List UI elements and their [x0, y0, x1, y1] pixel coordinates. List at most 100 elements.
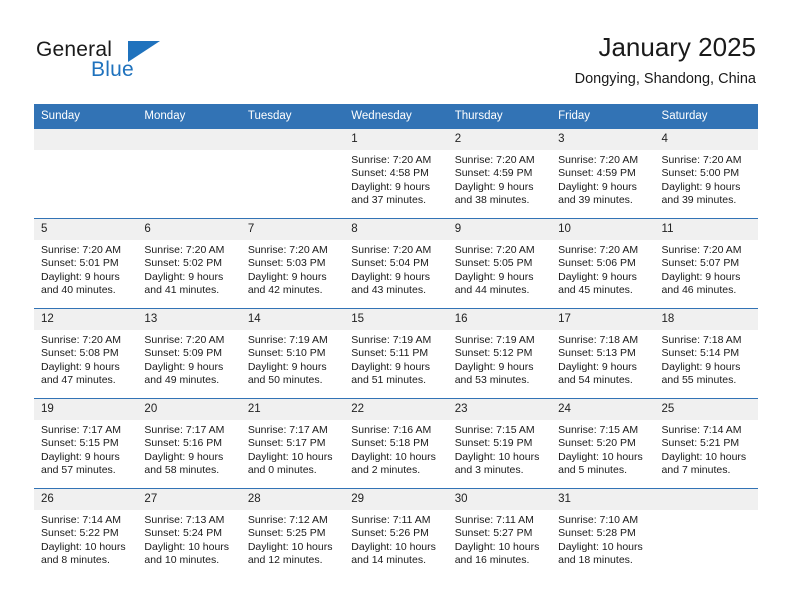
daylight-text-line2: and 55 minutes.: [661, 373, 737, 386]
day-details: Sunrise: 7:17 AM Sunset: 5:17 PM Daylight:…: [241, 420, 344, 477]
calendar-day-cell[interactable]: 17 Sunrise: 7:18 AM Sunset: 5:13 PM Dayligh…: [551, 308, 655, 399]
sunset-text: Sunset: 5:09 PM: [144, 347, 223, 360]
sunrise-text: Sunrise: 7:14 AM: [41, 514, 121, 526]
calendar-day-cell[interactable]: 21 Sunrise: 7:17 AM Sunset: 5:17 PM Dayligh…: [240, 398, 345, 489]
weekday-header-saturday: Saturday: [654, 104, 758, 129]
sunrise-text: Sunrise: 7:13 AM: [144, 514, 225, 526]
day-details: Sunrise: 7:20 AM Sunset: 5:09 PM Daylight:…: [137, 330, 240, 387]
daylight-text-line1: Daylight: 9 hours: [558, 360, 637, 373]
daylight-text-line1: Daylight: 10 hours: [351, 540, 436, 553]
sunset-text: Sunset: 5:07 PM: [661, 257, 740, 270]
sunset-text: Sunset: 5:21 PM: [661, 437, 740, 450]
page-title: January 2025: [598, 32, 756, 62]
day-number: 16: [447, 309, 552, 330]
day-number: 15: [344, 309, 448, 330]
daylight-text-line1: Daylight: 9 hours: [144, 360, 224, 373]
sunrise-text: Sunrise: 7:17 AM: [247, 424, 328, 436]
day-details: Sunrise: 7:20 AM Sunset: 5:04 PM Daylight:…: [344, 240, 447, 297]
day-number: 20: [137, 399, 241, 420]
daylight-text-line2: and 5 minutes.: [558, 463, 627, 476]
day-number: 5: [34, 219, 138, 240]
sunset-text: Sunset: 5:22 PM: [41, 527, 119, 540]
calendar-day-cell[interactable]: 3 Sunrise: 7:20 AM Sunset: 4:59 PM Daylight…: [551, 128, 655, 219]
daylight-text-line1: Daylight: 9 hours: [351, 270, 431, 283]
calendar-day-cell[interactable]: 5 Sunrise: 7:20 AM Sunset: 5:01 PM Daylight…: [34, 218, 138, 309]
day-number: 22: [344, 399, 448, 420]
weekday-header-monday: Monday: [137, 104, 241, 129]
calendar-day-cell[interactable]: 16 Sunrise: 7:19 AM Sunset: 5:12 PM Dayligh…: [447, 308, 552, 399]
day-number: 10: [551, 219, 655, 240]
calendar-week-row: 26 Sunrise: 7:14 AM Sunset: 5:22 PM Dayligh…: [34, 488, 758, 578]
calendar-day-cell[interactable]: 11 Sunrise: 7:20 AM Sunset: 5:07 PM Dayligh…: [654, 218, 758, 309]
calendar-day-cell[interactable]: 15 Sunrise: 7:19 AM Sunset: 5:11 PM Dayligh…: [344, 308, 448, 399]
calendar-day-cell[interactable]: 4 Sunrise: 7:20 AM Sunset: 5:00 PM Daylight…: [654, 128, 758, 219]
calendar-day-cell[interactable]: 31 Sunrise: 7:10 AM Sunset: 5:28 PM Dayligh…: [551, 488, 655, 578]
calendar-day-cell[interactable]: 1 Sunrise: 7:20 AM Sunset: 4:58 PM Daylight…: [344, 128, 448, 219]
day-details: Sunrise: 7:20 AM Sunset: 5:03 PM Daylight:…: [241, 240, 344, 297]
sunrise-text: Sunrise: 7:19 AM: [247, 334, 328, 346]
calendar-day-cell[interactable]: 22 Sunrise: 7:16 AM Sunset: 5:18 PM Dayligh…: [344, 398, 448, 489]
day-details: Sunrise: 7:20 AM Sunset: 5:05 PM Daylight:…: [448, 240, 551, 297]
sunset-text: Sunset: 5:14 PM: [661, 347, 740, 360]
daylight-text-line2: and 14 minutes.: [351, 553, 426, 566]
calendar-week-row: 19 Sunrise: 7:17 AM Sunset: 5:15 PM Dayligh…: [34, 398, 758, 489]
calendar-day-cell[interactable]: 28 Sunrise: 7:12 AM Sunset: 5:25 PM Dayligh…: [240, 488, 345, 578]
calendar-day-cell[interactable]: 24 Sunrise: 7:15 AM Sunset: 5:20 PM Dayligh…: [551, 398, 655, 489]
calendar-week-row: 5 Sunrise: 7:20 AM Sunset: 5:01 PM Daylight…: [34, 218, 758, 309]
daylight-text-line1: Daylight: 10 hours: [144, 540, 230, 553]
day-number: 6: [137, 219, 241, 240]
sunset-text: Sunset: 5:11 PM: [351, 347, 429, 360]
day-details: Sunrise: 7:16 AM Sunset: 5:18 PM Daylight:…: [344, 420, 447, 477]
weekday-header-wednesday: Wednesday: [344, 104, 448, 129]
day-number: 4: [654, 129, 758, 150]
calendar-day-cell[interactable]: 26 Sunrise: 7:14 AM Sunset: 5:22 PM Dayligh…: [34, 488, 138, 578]
calendar-day-cell[interactable]: 18 Sunrise: 7:18 AM Sunset: 5:14 PM Dayligh…: [654, 308, 758, 399]
day-details: Sunrise: 7:12 AM Sunset: 5:25 PM Daylight:…: [241, 510, 344, 567]
calendar-day-cell[interactable]: 10 Sunrise: 7:20 AM Sunset: 5:06 PM Dayligh…: [551, 218, 655, 309]
calendar-day-cell[interactable]: 2 Sunrise: 7:20 AM Sunset: 4:59 PM Daylight…: [447, 128, 552, 219]
calendar-day-cell[interactable]: 25 Sunrise: 7:14 AM Sunset: 5:21 PM Dayligh…: [654, 398, 758, 489]
daylight-text-line2: and 41 minutes.: [144, 283, 220, 296]
sunrise-text: Sunrise: 7:20 AM: [41, 244, 121, 256]
daylight-text-line1: Daylight: 10 hours: [351, 450, 436, 463]
calendar-day-cell[interactable]: 20 Sunrise: 7:17 AM Sunset: 5:16 PM Dayligh…: [137, 398, 241, 489]
day-details: Sunrise: 7:20 AM Sunset: 4:58 PM Daylight:…: [344, 150, 447, 207]
day-number: [654, 489, 758, 510]
day-details: Sunrise: 7:17 AM Sunset: 5:15 PM Daylight:…: [34, 420, 137, 477]
day-number: 18: [654, 309, 758, 330]
calendar-grid: Sunday Monday Tuesday Wednesday Thursday…: [34, 104, 758, 578]
calendar-day-cell[interactable]: 9 Sunrise: 7:20 AM Sunset: 5:05 PM Daylight…: [447, 218, 552, 309]
weekday-header-thursday: Thursday: [447, 104, 552, 129]
daylight-text-line2: and 10 minutes.: [144, 553, 220, 566]
weekday-header-sunday: Sunday: [34, 104, 138, 129]
sunrise-text: Sunrise: 7:20 AM: [558, 154, 639, 166]
calendar-day-cell[interactable]: 6 Sunrise: 7:20 AM Sunset: 5:02 PM Daylight…: [137, 218, 241, 309]
calendar-day-cell[interactable]: 27 Sunrise: 7:13 AM Sunset: 5:24 PM Dayligh…: [137, 488, 241, 578]
sunrise-text: Sunrise: 7:15 AM: [558, 424, 639, 436]
calendar-day-cell[interactable]: 13 Sunrise: 7:20 AM Sunset: 5:09 PM Dayligh…: [137, 308, 241, 399]
daylight-text-line1: Daylight: 9 hours: [454, 270, 534, 283]
day-number: 30: [447, 489, 552, 510]
brand-logo[interactable]: General Blue: [36, 38, 256, 88]
sunset-text: Sunset: 5:15 PM: [41, 437, 119, 450]
daylight-text-line2: and 53 minutes.: [454, 373, 530, 386]
calendar-day-cell[interactable]: 8 Sunrise: 7:20 AM Sunset: 5:04 PM Daylight…: [344, 218, 448, 309]
calendar-week-row: 1 Sunrise: 7:20 AM Sunset: 4:58 PM Daylight…: [34, 128, 758, 219]
sunrise-text: Sunrise: 7:20 AM: [661, 154, 742, 166]
calendar-day-cell[interactable]: 29 Sunrise: 7:11 AM Sunset: 5:26 PM Dayligh…: [344, 488, 448, 578]
calendar-day-cell[interactable]: 19 Sunrise: 7:17 AM Sunset: 5:15 PM Dayligh…: [34, 398, 138, 489]
daylight-text-line1: Daylight: 10 hours: [41, 540, 126, 553]
daylight-text-line1: Daylight: 9 hours: [351, 360, 431, 373]
calendar-day-cell[interactable]: 7 Sunrise: 7:20 AM Sunset: 5:03 PM Daylight…: [240, 218, 345, 309]
sunset-text: Sunset: 5:19 PM: [454, 437, 533, 450]
day-number: 28: [240, 489, 345, 510]
sunrise-text: Sunrise: 7:20 AM: [41, 334, 121, 346]
calendar-day-cell[interactable]: 12 Sunrise: 7:20 AM Sunset: 5:08 PM Dayligh…: [34, 308, 138, 399]
calendar-day-cell[interactable]: 14 Sunrise: 7:19 AM Sunset: 5:10 PM Dayligh…: [240, 308, 345, 399]
sunrise-text: Sunrise: 7:11 AM: [454, 514, 534, 526]
day-number: 8: [344, 219, 448, 240]
calendar-day-cell[interactable]: 30 Sunrise: 7:11 AM Sunset: 5:27 PM Dayligh…: [447, 488, 552, 578]
brand-name-blue: Blue: [91, 58, 134, 81]
calendar-day-cell[interactable]: 23 Sunrise: 7:15 AM Sunset: 5:19 PM Dayligh…: [447, 398, 552, 489]
daylight-text-line2: and 54 minutes.: [558, 373, 633, 386]
